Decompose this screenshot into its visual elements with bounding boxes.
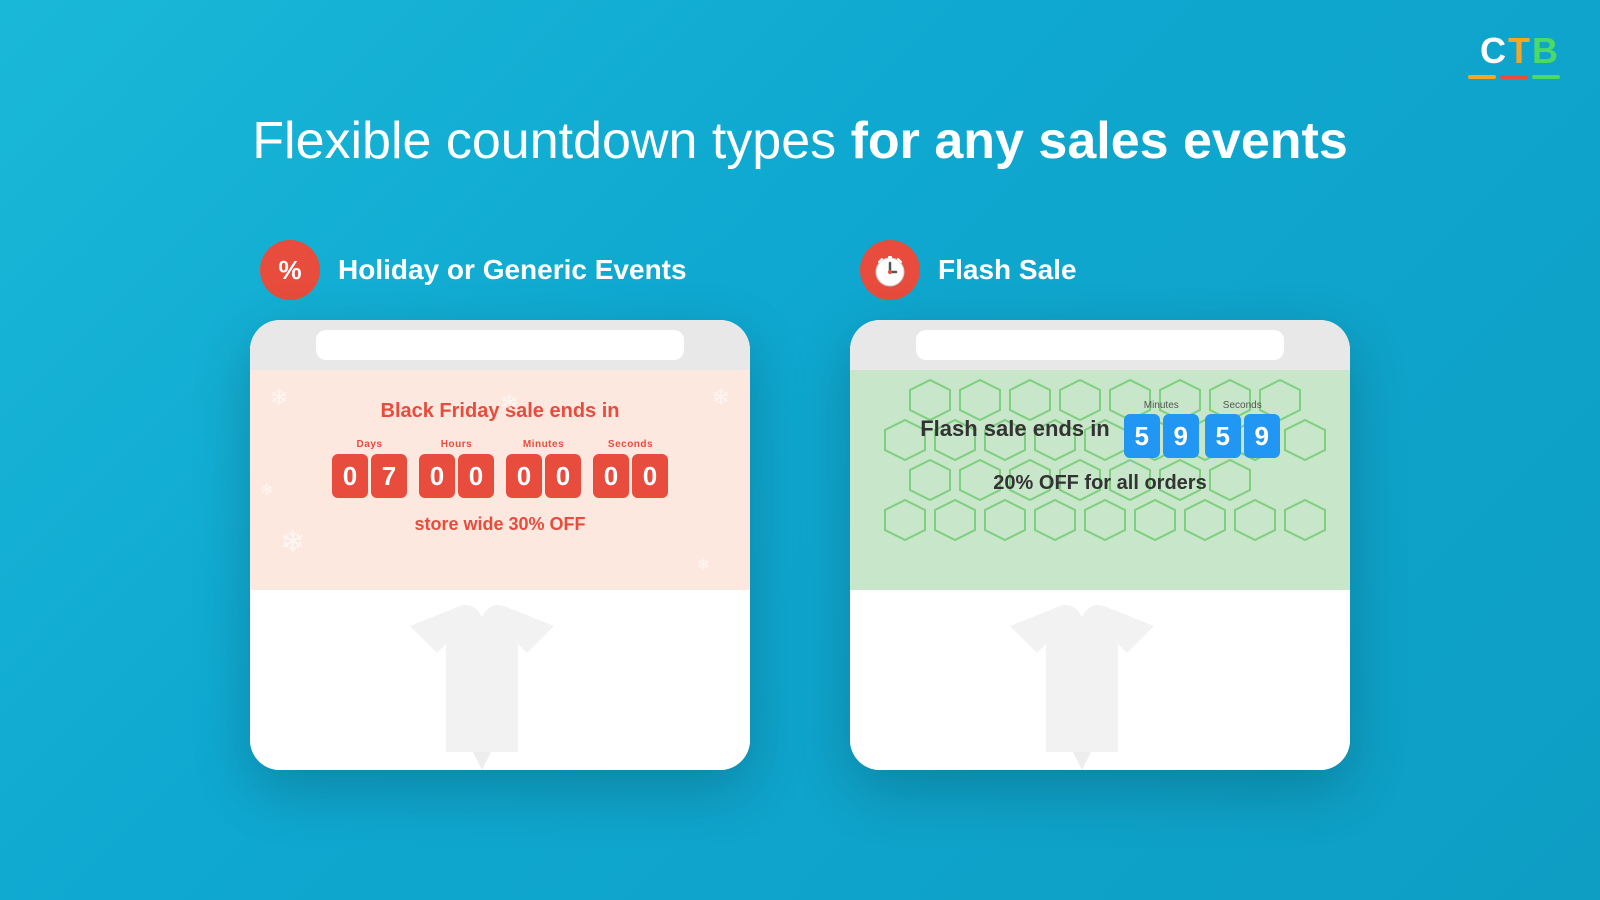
underline-orange [1468,75,1496,79]
minutes-digits: 0 0 [506,454,581,498]
holiday-content: ❄ ❄ ❄ ❄ ❄ ❄ Black Friday sale ends in Da… [250,370,750,590]
snowflake-1: ❄ [270,385,288,411]
snowflake-4: ❄ [260,480,273,500]
holiday-subtitle: store wide 30% OFF [270,514,730,535]
flash-title-row: Flash sale ends in Minutes 5 9 [870,400,1330,458]
days-digit-1: 7 [371,454,407,498]
flash-minutes-group: Minutes 5 9 [1124,400,1199,458]
logo: CTB [1468,30,1560,79]
logo-text: CTB [1480,30,1560,72]
logo-t: T [1508,30,1532,71]
flash-subtitle: 20% OFF for all orders [870,472,1330,495]
minutes-digit-0: 0 [506,454,542,498]
logo-underline [1468,75,1560,79]
holiday-tshirt [250,590,750,770]
seconds-group: Seconds 0 0 [593,439,668,498]
holiday-label-row: % Holiday or Generic Events [250,240,687,300]
holiday-icon-badge: % [260,240,320,300]
flash-address-bar [916,330,1284,360]
snowflake-3: ❄ [280,525,305,560]
countdown-row: Days 0 7 Hours 0 0 [270,439,730,498]
seconds-label: Seconds [608,439,653,450]
flash-seconds-group: Seconds 5 9 [1205,400,1280,458]
hours-label: Hours [441,439,472,450]
snowflake-6: ❄ [697,555,710,575]
underline-green [1532,75,1560,79]
flash-label: Flash Sale [938,254,1077,286]
hours-digit-0: 0 [419,454,455,498]
holiday-section: % Holiday or Generic Events ❄ ❄ ❄ ❄ ❄ ❄ … [250,240,750,770]
heading-text: Flexible countdown types for any sales e… [0,110,1600,172]
flash-seconds-label: Seconds [1223,400,1262,411]
minutes-group: Minutes 0 0 [506,439,581,498]
flash-top-bar [850,320,1350,370]
holiday-top-bar [250,320,750,370]
flash-sec-digit-1: 9 [1244,414,1280,458]
days-label: Days [357,439,383,450]
flash-minutes-label: Minutes [1144,400,1179,411]
cards-container: % Holiday or Generic Events ❄ ❄ ❄ ❄ ❄ ❄ … [0,240,1600,770]
flash-title: Flash sale ends in [920,416,1110,442]
days-digit-0: 0 [332,454,368,498]
flash-phone-body [850,590,1350,770]
hours-digit-1: 0 [458,454,494,498]
seconds-digits: 0 0 [593,454,668,498]
clock-icon [872,252,908,288]
flash-min-digit-1: 9 [1163,414,1199,458]
flash-timer: Minutes 5 9 Seconds 5 [1124,400,1280,458]
flash-minutes-digits: 5 9 [1124,414,1199,458]
flash-section: Flash Sale [850,240,1350,770]
flash-content: Flash sale ends in Minutes 5 9 [850,370,1350,590]
flash-min-digit-0: 5 [1124,414,1160,458]
flash-seconds-digits: 5 9 [1205,414,1280,458]
percent-icon: % [278,255,301,286]
flash-sec-digit-0: 5 [1205,414,1241,458]
holiday-address-bar [316,330,684,360]
main-heading: Flexible countdown types for any sales e… [0,110,1600,172]
minutes-label: Minutes [523,439,564,450]
flash-label-row: Flash Sale [850,240,1077,300]
minutes-digit-1: 0 [545,454,581,498]
flash-phone: Flash sale ends in Minutes 5 9 [850,320,1350,770]
seconds-digit-0: 0 [593,454,629,498]
snowflake-2: ❄ [712,385,730,411]
days-group: Days 0 7 [332,439,407,498]
holiday-phone: ❄ ❄ ❄ ❄ ❄ ❄ Black Friday sale ends in Da… [250,320,750,770]
logo-b: B [1532,30,1560,71]
holiday-phone-body [250,590,750,770]
hours-group: Hours 0 0 [419,439,494,498]
logo-c: C [1480,30,1508,71]
flash-inner: Flash sale ends in Minutes 5 9 [870,400,1330,495]
snowflake-5: ❄ [500,390,518,416]
seconds-digit-1: 0 [632,454,668,498]
hours-digits: 0 0 [419,454,494,498]
days-digits: 0 7 [332,454,407,498]
flash-tshirt [850,590,1350,770]
holiday-label: Holiday or Generic Events [338,254,687,286]
flash-icon-badge [860,240,920,300]
underline-red [1500,75,1528,79]
